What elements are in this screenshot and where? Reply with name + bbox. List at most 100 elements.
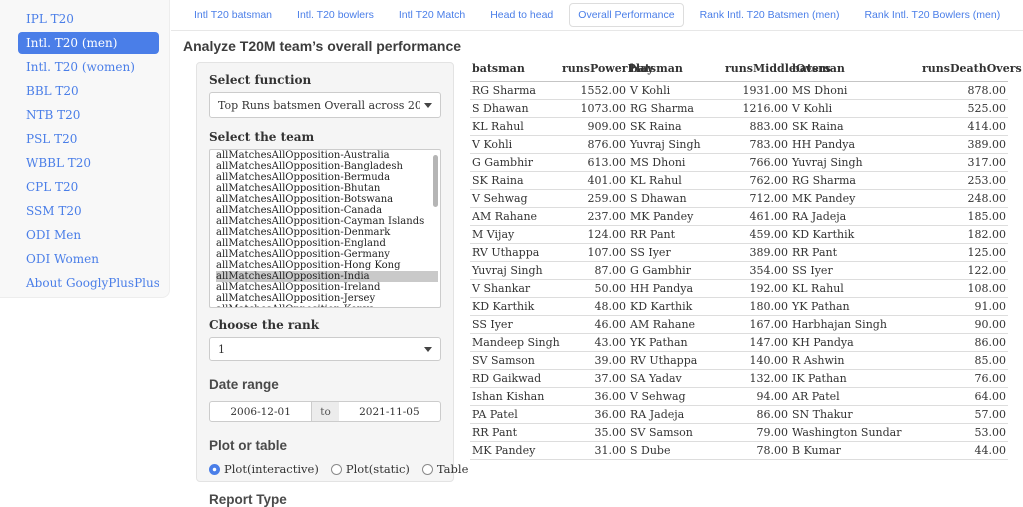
batsman-cell: SK Raina — [628, 118, 723, 136]
runs-cell: 389.00 — [920, 136, 1008, 154]
runs-cell: 883.00 — [723, 118, 790, 136]
runs-cell: 783.00 — [723, 136, 790, 154]
table-row: SV Samson 39.00 RV Uthappa 140.00 R Ashw… — [470, 352, 1008, 370]
batsman-cell: Mandeep Singh — [470, 334, 560, 352]
team-option[interactable]: allMatchesAllOpposition-India — [216, 271, 438, 282]
batsman-cell: RR Pant — [628, 226, 723, 244]
batsman-cell: M Vijay — [470, 226, 560, 244]
tab[interactable]: Intl T20 Match — [390, 3, 474, 27]
plot-table-radio[interactable]: Table — [422, 462, 468, 476]
date-range-label: Date range — [209, 377, 441, 392]
tab[interactable]: Rank Intl. T20 Batsmen (men) — [691, 3, 849, 27]
team-listbox[interactable]: allMatchesAllOpposition-Australia allMat… — [209, 149, 441, 308]
sidebar-item[interactable]: ODI Women — [18, 248, 159, 270]
batsman-cell: MS Dhoni — [790, 82, 920, 100]
team-option[interactable]: allMatchesAllOpposition-Bangladesh — [216, 161, 438, 172]
runs-cell: 44.00 — [920, 442, 1008, 460]
batsman-cell: B Kumar — [790, 442, 920, 460]
function-select[interactable]: Top Runs batsmen Overall across 20 overs — [209, 92, 441, 118]
runs-cell: 64.00 — [920, 388, 1008, 406]
team-option[interactable]: allMatchesAllOpposition-Australia — [216, 150, 438, 161]
batsman-cell: KL Rahul — [470, 118, 560, 136]
batsman-cell: RA Jadeja — [628, 406, 723, 424]
team-option[interactable]: allMatchesAllOpposition-Bermuda — [216, 172, 438, 183]
table-row: MK Pandey 31.00 S Dube 78.00 B Kumar 44.… — [470, 442, 1008, 460]
team-option[interactable]: allMatchesAllOpposition-Kenya — [216, 304, 438, 308]
rank-label: Choose the rank — [209, 318, 441, 332]
runs-cell: 108.00 — [920, 280, 1008, 298]
table-row: Ishan Kishan 36.00 V Sehwag 94.00 AR Pat… — [470, 388, 1008, 406]
tab[interactable]: Intl T20 batsman — [185, 3, 281, 27]
team-option[interactable]: allMatchesAllOpposition-Denmark — [216, 227, 438, 238]
radio-icon — [331, 464, 342, 475]
batsman-cell: V Kohli — [470, 136, 560, 154]
plot-or-table-label: Plot or table — [209, 438, 441, 453]
sidebar-item[interactable]: IPL T20 — [18, 8, 159, 30]
batsman-cell: AM Rahane — [470, 208, 560, 226]
sidebar-item[interactable]: About GooglyPlusPlus 2021 — [18, 272, 159, 294]
sidebar-item[interactable]: CPL T20 — [18, 176, 159, 198]
table-row: V Kohli 876.00 Yuvraj Singh 783.00 HH Pa… — [470, 136, 1008, 154]
team-option[interactable]: allMatchesAllOpposition-Bhutan — [216, 183, 438, 194]
sidebar-item[interactable]: NTB T20 — [18, 104, 159, 126]
runs-cell: 125.00 — [920, 244, 1008, 262]
batsman-cell: Yuvraj Singh — [790, 154, 920, 172]
col-header-batsman: batsman — [470, 59, 560, 82]
team-option[interactable]: allMatchesAllOpposition-Canada — [216, 205, 438, 216]
runs-cell: 36.00 — [560, 406, 628, 424]
team-option[interactable]: allMatchesAllOpposition-Ireland — [216, 282, 438, 293]
team-option[interactable]: allMatchesAllOpposition-Botswana — [216, 194, 438, 205]
sidebar-item[interactable]: WBBL T20 — [18, 152, 159, 174]
runs-cell: 31.00 — [560, 442, 628, 460]
team-option[interactable]: allMatchesAllOpposition-Jersey — [216, 293, 438, 304]
sidebar-item[interactable]: Intl. T20 (men) — [18, 32, 159, 54]
sidebar-item[interactable]: PSL T20 — [18, 128, 159, 150]
batsman-cell: SN Thakur — [790, 406, 920, 424]
runs-cell: 762.00 — [723, 172, 790, 190]
batsman-cell: KL Rahul — [628, 172, 723, 190]
runs-cell: 140.00 — [723, 352, 790, 370]
sidebar-item[interactable]: BBL T20 — [18, 80, 159, 102]
batsman-cell: S Dhawan — [628, 190, 723, 208]
batsman-cell: S Dhawan — [470, 100, 560, 118]
rank-select[interactable]: 1 — [209, 337, 441, 361]
runs-cell: 909.00 — [560, 118, 628, 136]
rank-select-value: 1 — [218, 343, 225, 356]
plot-table-radio[interactable]: Plot(static) — [331, 462, 410, 476]
batsman-cell: Washington Sundar — [790, 424, 920, 442]
batsman-cell: V Kohli — [790, 100, 920, 118]
col-header-batsman: batsman — [628, 59, 723, 82]
tab[interactable]: Head to head — [481, 3, 562, 27]
radio-label: Plot(static) — [346, 462, 410, 476]
team-option[interactable]: allMatchesAllOpposition-Cayman Islands — [216, 216, 438, 227]
runs-cell: 1931.00 — [723, 82, 790, 100]
listbox-scrollbar[interactable] — [433, 155, 438, 207]
tab[interactable]: Intl. T20 bowlers — [288, 3, 383, 27]
date-to-input[interactable] — [339, 401, 441, 422]
plot-table-radio[interactable]: Plot(interactive) — [209, 462, 319, 476]
select-function-label: Select function — [209, 73, 441, 87]
batsman-cell: V Sehwag — [470, 190, 560, 208]
batsman-cell: SA Yadav — [628, 370, 723, 388]
sidebar-item[interactable]: SSM T20 — [18, 200, 159, 222]
table-row: RD Gaikwad 37.00 SA Yadav 132.00 IK Path… — [470, 370, 1008, 388]
team-option[interactable]: allMatchesAllOpposition-England — [216, 238, 438, 249]
date-from-input[interactable] — [209, 401, 312, 422]
tab[interactable]: Overall Performance — [569, 3, 683, 27]
team-option[interactable]: allMatchesAllOpposition-Hong Kong — [216, 260, 438, 271]
sidebar-item[interactable]: ODI Men — [18, 224, 159, 246]
runs-cell: 259.00 — [560, 190, 628, 208]
tab[interactable]: Rank Intl. T20 Bowlers (men) — [855, 3, 1009, 27]
stats-table: batsman runsPowerPlay batsman runsMiddle… — [470, 59, 1008, 460]
table-row: G Gambhir 613.00 MS Dhoni 766.00 Yuvraj … — [470, 154, 1008, 172]
runs-cell: 237.00 — [560, 208, 628, 226]
table-row: RV Uthappa 107.00 SS Iyer 389.00 RR Pant… — [470, 244, 1008, 262]
table-row: PA Patel 36.00 RA Jadeja 86.00 SN Thakur… — [470, 406, 1008, 424]
team-option[interactable]: allMatchesAllOpposition-Germany — [216, 249, 438, 260]
sidebar-item[interactable]: Intl. T20 (women) — [18, 56, 159, 78]
table-row: S Dhawan 1073.00 RG Sharma 1216.00 V Koh… — [470, 100, 1008, 118]
runs-cell: 354.00 — [723, 262, 790, 280]
batsman-cell: SS Iyer — [470, 316, 560, 334]
runs-cell: 43.00 — [560, 334, 628, 352]
runs-cell: 461.00 — [723, 208, 790, 226]
